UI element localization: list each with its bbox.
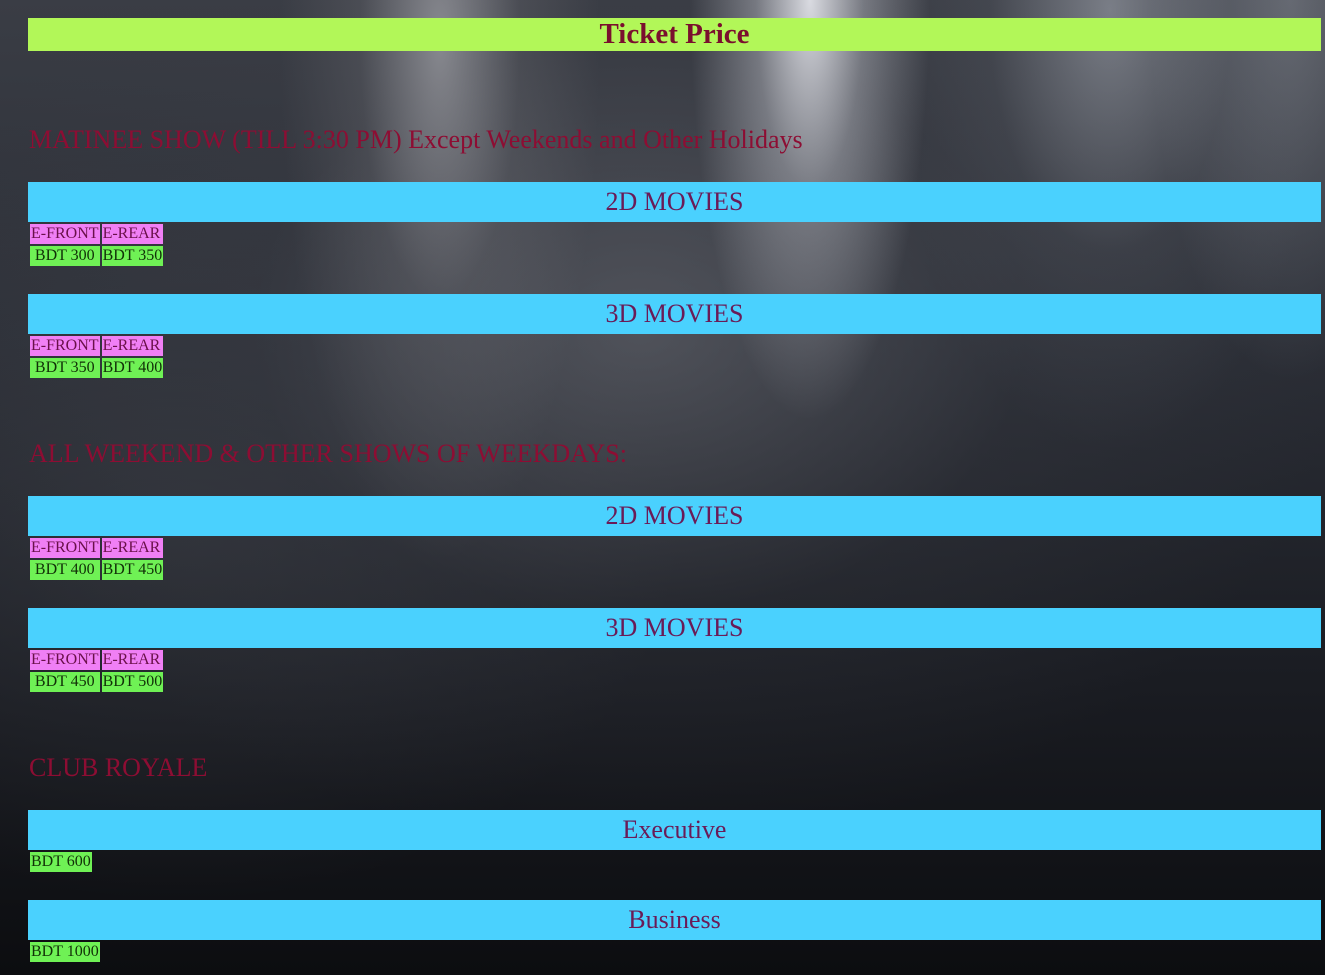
matinee-heading: MATINEE SHOW (TILL 3:30 PM) Except Weeke… xyxy=(29,125,803,154)
seat-row: E-FRONT E-REAR xyxy=(30,224,164,244)
seat-row: E-FRONT E-REAR xyxy=(30,538,164,558)
weekend-heading: ALL WEEKEND & OTHER SHOWS OF WEEKDAYS: xyxy=(29,439,627,468)
weekend-2d-bar: 2D MOVIES xyxy=(28,496,1321,536)
seat-row: E-FRONT E-REAR xyxy=(30,336,164,356)
weekend-3d-bar: 3D MOVIES xyxy=(28,608,1321,648)
seat-e-rear: E-REAR xyxy=(101,224,164,244)
price-e-rear: BDT 350 xyxy=(101,246,164,266)
club-royale-heading: CLUB ROYALE xyxy=(29,753,208,782)
seat-e-rear: E-REAR xyxy=(101,650,164,670)
business-price-table: BDT 1000 xyxy=(28,940,102,964)
seat-e-front: E-FRONT xyxy=(30,650,100,670)
price-e-front: BDT 300 xyxy=(30,246,100,266)
seat-e-rear: E-REAR xyxy=(101,336,164,356)
seat-e-front: E-FRONT xyxy=(30,224,100,244)
weekend-2d-price-table: E-FRONT E-REAR BDT 400 BDT 450 xyxy=(28,536,165,582)
executive-bar: Executive xyxy=(28,810,1321,850)
matinee-2d-price-table: E-FRONT E-REAR BDT 300 BDT 350 xyxy=(28,222,165,268)
price-row: BDT 400 BDT 450 xyxy=(30,560,164,580)
price-e-rear: BDT 400 xyxy=(101,358,164,378)
price-e-front: BDT 450 xyxy=(30,672,100,692)
executive-price-table: BDT 600 xyxy=(28,850,94,874)
price-e-rear: BDT 450 xyxy=(101,560,164,580)
weekend-3d-price-table: E-FRONT E-REAR BDT 450 BDT 500 xyxy=(28,648,165,694)
seat-e-front: E-FRONT xyxy=(30,538,100,558)
matinee-3d-price-table: E-FRONT E-REAR BDT 350 BDT 400 xyxy=(28,334,165,380)
price-row: BDT 350 BDT 400 xyxy=(30,358,164,378)
seat-e-rear: E-REAR xyxy=(101,538,164,558)
price-e-front: BDT 350 xyxy=(30,358,100,378)
seat-e-front: E-FRONT xyxy=(30,336,100,356)
page-title: Ticket Price xyxy=(28,18,1321,51)
price-e-rear: BDT 500 xyxy=(101,672,164,692)
seat-row: E-FRONT E-REAR xyxy=(30,650,164,670)
price-row: BDT 300 BDT 350 xyxy=(30,246,164,266)
matinee-2d-bar: 2D MOVIES xyxy=(28,182,1321,222)
business-bar: Business xyxy=(28,900,1321,940)
matinee-3d-bar: 3D MOVIES xyxy=(28,294,1321,334)
price-row: BDT 1000 xyxy=(30,942,100,962)
price-row: BDT 450 BDT 500 xyxy=(30,672,164,692)
price-executive: BDT 600 xyxy=(30,852,92,872)
price-business: BDT 1000 xyxy=(30,942,100,962)
price-row: BDT 600 xyxy=(30,852,92,872)
price-e-front: BDT 400 xyxy=(30,560,100,580)
